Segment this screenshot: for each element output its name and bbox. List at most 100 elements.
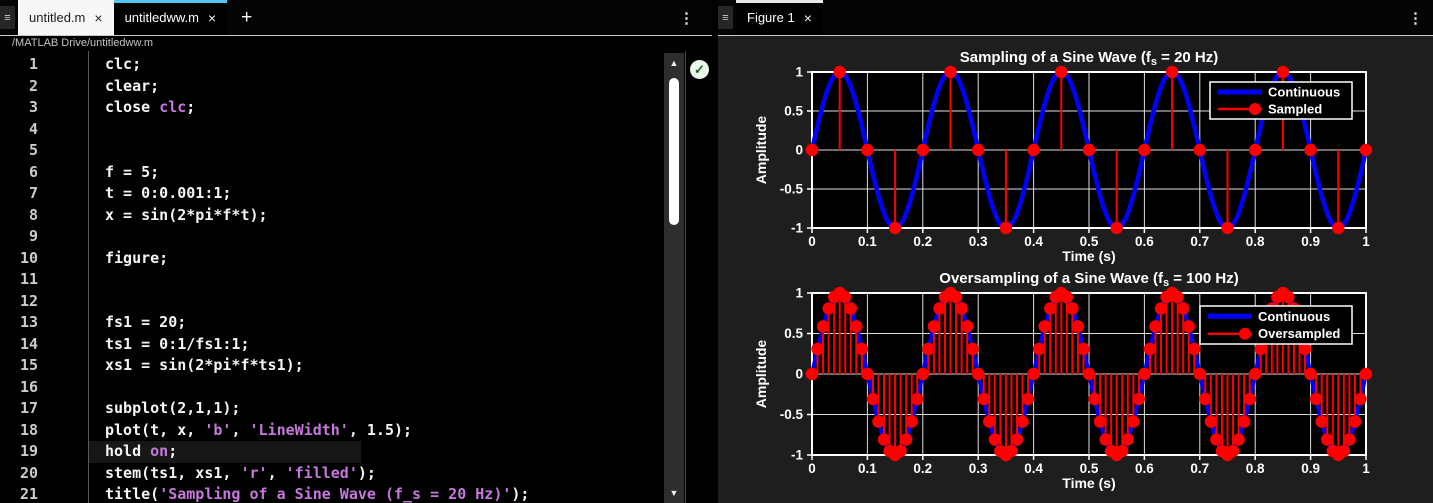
line-number: 15 [0, 355, 38, 377]
code-line-9[interactable]: 9 [0, 226, 664, 248]
svg-text:0: 0 [795, 367, 803, 382]
svg-text:0: 0 [795, 143, 803, 158]
close-icon[interactable]: × [94, 11, 102, 25]
code-text: xs1 = sin(2*pi*f*ts1); [105, 355, 304, 377]
figure-canvas: 00.10.20.30.40.50.60.70.80.91-1-0.500.51… [718, 36, 1433, 503]
code-line-19[interactable]: 19 hold on; [0, 441, 664, 463]
line-number: 18 [0, 420, 38, 442]
tab-untitledww-m[interactable]: untitledww.m × [114, 0, 228, 35]
svg-text:1: 1 [795, 286, 803, 301]
close-icon[interactable]: × [804, 11, 812, 25]
code-line-7[interactable]: 7t = 0:0.001:1; [0, 183, 664, 205]
svg-text:0.4: 0.4 [1024, 461, 1043, 476]
scrollbar-thumb[interactable] [669, 78, 679, 225]
line-number: 5 [0, 140, 38, 162]
code-line-17[interactable]: 17subplot(2,1,1); [0, 398, 664, 420]
code-text: subplot(2,1,1); [105, 398, 240, 420]
svg-text:Oversampled: Oversampled [1258, 326, 1340, 341]
svg-text:1: 1 [795, 65, 803, 80]
svg-text:-1: -1 [791, 221, 803, 236]
line-number: 14 [0, 334, 38, 356]
line-number: 4 [0, 119, 38, 141]
tab-untitled-m[interactable]: untitled.m × [18, 0, 114, 35]
svg-text:0.7: 0.7 [1190, 234, 1209, 249]
figure-tab-bar: ≡ Figure 1 × ⋮ [718, 0, 1433, 36]
code-text: close clc; [105, 97, 195, 119]
tab-figure-1[interactable]: Figure 1 × [736, 0, 823, 35]
line-number: 13 [0, 312, 38, 334]
svg-text:0.3: 0.3 [969, 461, 988, 476]
code-line-5[interactable]: 5 [0, 140, 664, 162]
code-text: hold on; [105, 441, 177, 463]
code-line-16[interactable]: 16 [0, 377, 664, 399]
active-tab-indicator [736, 0, 823, 3]
code-text: figure; [105, 248, 168, 270]
figure-panel: ≡ Figure 1 × ⋮ 00.10.20.30.40.50.60.70.8… [718, 0, 1433, 503]
svg-text:0.1: 0.1 [858, 234, 877, 249]
code-text: plot(t, x, 'b', 'LineWidth', 1.5); [105, 420, 412, 442]
line-number: 11 [0, 269, 38, 291]
code-text: f = 5; [105, 162, 159, 184]
svg-text:-0.5: -0.5 [780, 182, 804, 197]
svg-text:0: 0 [808, 461, 816, 476]
editor-menu-icon[interactable]: ⋮ [679, 0, 694, 36]
code-line-21[interactable]: 21 title('Sampling of a Sine Wave (f_s = … [0, 484, 664, 503]
figure-body: 00.10.20.30.40.50.60.70.80.91-1-0.500.51… [718, 37, 1433, 503]
line-number: 16 [0, 377, 38, 399]
svg-text:0.3: 0.3 [969, 234, 988, 249]
breadcrumb: /MATLAB Drive/untitledww.m [0, 37, 712, 51]
line-number: 2 [0, 76, 38, 98]
svg-text:1: 1 [1362, 234, 1370, 249]
panel-drag-grip-icon[interactable]: ≡ [718, 6, 733, 29]
svg-text:Oversampling of a Sine Wave (f: Oversampling of a Sine Wave (fs = 100 Hz… [939, 270, 1238, 289]
line-number: 20 [0, 463, 38, 485]
code-line-2[interactable]: 2clear; [0, 76, 664, 98]
code-line-4[interactable]: 4 [0, 119, 664, 141]
line-number: 6 [0, 162, 38, 184]
svg-text:1: 1 [1362, 461, 1370, 476]
tab-label: untitled.m [29, 10, 85, 25]
code-text: x = sin(2*pi*f*t); [105, 205, 268, 227]
figure-menu-icon[interactable]: ⋮ [1408, 0, 1423, 36]
code-text: fs1 = 20; [105, 312, 186, 334]
svg-text:Continuous: Continuous [1258, 309, 1330, 324]
scrollbar[interactable]: ▲ ▼ [664, 53, 684, 503]
scroll-up-icon[interactable]: ▲ [664, 55, 684, 71]
code-line-11[interactable]: 11 [0, 269, 664, 291]
svg-text:0.6: 0.6 [1135, 234, 1154, 249]
svg-text:0.6: 0.6 [1135, 461, 1154, 476]
panel-drag-grip-icon[interactable]: ≡ [0, 6, 15, 29]
tab-label: untitledww.m [125, 10, 199, 25]
code-line-1[interactable]: 1clc; [0, 54, 664, 76]
line-number: 12 [0, 291, 38, 313]
code-text: ts1 = 0:1/fs1:1; [105, 334, 250, 356]
code-line-15[interactable]: 15 xs1 = sin(2*pi*f*ts1); [0, 355, 664, 377]
code-analyzer-column: ✓ [685, 51, 712, 503]
code-editor[interactable]: 1clc;2clear;3 close clc; 456 f = 5;7t = 0:0… [0, 51, 664, 503]
line-number: 19 [0, 441, 38, 463]
code-text: title('Sampling of a Sine Wave (f_s = 20… [105, 484, 529, 503]
line-number: 3 [0, 97, 38, 119]
code-text: t = 0:0.001:1; [105, 183, 231, 205]
svg-text:0.5: 0.5 [784, 326, 803, 341]
code-line-10[interactable]: 10figure; [0, 248, 664, 270]
svg-text:0: 0 [808, 234, 816, 249]
svg-text:0.7: 0.7 [1190, 461, 1209, 476]
code-line-20[interactable]: 20stem(ts1, xs1, 'r', 'filled'); [0, 463, 664, 485]
code-line-14[interactable]: 14 ts1 = 0:1/fs1:1; [0, 334, 664, 356]
close-icon[interactable]: × [208, 11, 216, 25]
lint-status-check-icon[interactable]: ✓ [690, 60, 709, 79]
new-tab-button[interactable]: + [227, 0, 266, 35]
code-line-8[interactable]: 8x = sin(2*pi*f*t); [0, 205, 664, 227]
line-number: 1 [0, 54, 38, 76]
line-number: 21 [0, 484, 38, 503]
code-line-3[interactable]: 3 close clc; [0, 97, 664, 119]
code-line-12[interactable]: 12 [0, 291, 664, 313]
code-line-6[interactable]: 6 f = 5; [0, 162, 664, 184]
svg-text:0.2: 0.2 [913, 461, 932, 476]
code-line-13[interactable]: 13 fs1 = 20; [0, 312, 664, 334]
scroll-down-icon[interactable]: ▼ [664, 485, 684, 501]
code-line-18[interactable]: 18 plot(t, x, 'b', 'LineWidth', 1.5); [0, 420, 664, 442]
svg-text:-1: -1 [791, 448, 803, 463]
line-number: 9 [0, 226, 38, 248]
